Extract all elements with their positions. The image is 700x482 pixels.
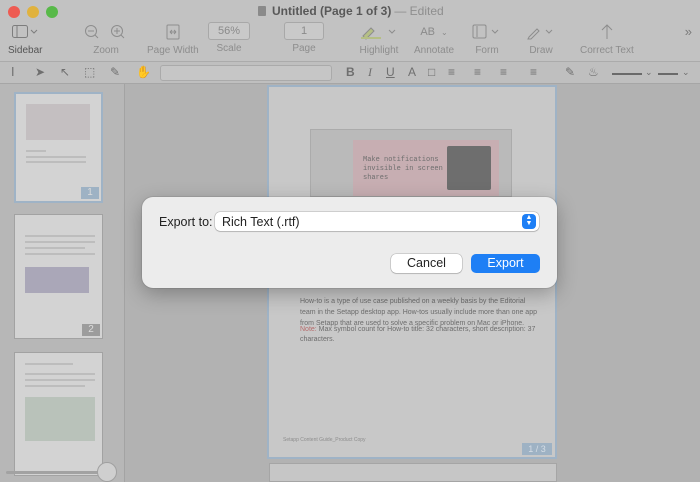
screenshot-panel: Make notifications invisible in screen s… [353,140,499,196]
line-style-chevron-icon[interactable]: ⌄ [645,67,653,78]
line-style-icon[interactable] [612,73,642,75]
line-end-icon[interactable] [658,73,678,75]
screenshot-menu [447,146,491,190]
italic-icon[interactable]: I [368,65,372,80]
thumbnail-page-number: 1 [81,187,99,199]
chevron-updown-icon[interactable]: ▲ ▼ [522,214,536,229]
form-button[interactable]: Form [472,22,502,56]
pen-icon [526,22,556,42]
thumbnail-sidebar: 1 2 [0,84,125,482]
minimize-window-button[interactable] [27,6,39,18]
thumbnail-image [25,397,95,441]
align-left-icon[interactable]: ≡ [448,65,455,79]
align-right-icon[interactable]: ≡ [500,65,507,79]
zoom-control[interactable]: Zoom [84,22,128,56]
close-window-button[interactable] [8,6,20,18]
align-center-icon[interactable]: ≡ [474,65,481,79]
hand-icon[interactable]: ✋ [136,65,151,79]
page-thumbnail-3[interactable] [14,352,103,476]
line-end-chevron-icon[interactable]: ⌄ [682,67,690,78]
window-title: Untitled (Page 1 of 3) — Edited [258,4,444,18]
thumbnail-size-slider[interactable] [6,471,106,474]
justify-icon[interactable]: ≡ [530,65,537,79]
text-cursor-icon[interactable]: Ⅰ [11,65,15,79]
page-number-badge: 1 / 3 [522,443,552,455]
underline-icon[interactable]: U [386,65,395,79]
scale-control[interactable]: 56% Scale [208,22,250,54]
stroke-color-icon[interactable]: ✎ [565,65,575,79]
correct-text-button[interactable]: Correct Text [580,22,634,56]
eraser-icon[interactable]: ✎ [110,65,120,79]
document-page-2[interactable] [269,463,557,482]
sidebar-icon [12,22,38,42]
select-arrow-icon[interactable]: ↖ [60,65,70,79]
zoom-window-button[interactable] [46,6,58,18]
fill-bucket-icon[interactable]: ♨ [588,65,599,79]
page-width-icon [166,22,180,42]
embedded-screenshot: Make notifications invisible in screen s… [310,129,512,197]
form-icon [472,22,502,42]
thumbnail-size-slider-knob[interactable] [97,462,117,482]
font-field[interactable] [160,65,332,81]
thumbnail-image [26,104,90,140]
arrow-pointer-icon[interactable]: ➤ [35,65,45,79]
format-popup[interactable]: Rich Text (.rtf) ▲ ▼ [215,212,539,231]
page-thumbnail-1[interactable]: 1 [14,92,103,203]
scale-field[interactable]: 56% [208,22,250,40]
export-dialog: Export to: Rich Text (.rtf) ▲ ▼ Cancel Ex… [142,197,557,288]
window-toolbar: Untitled (Page 1 of 3) — Edited Sidebar Z… [0,0,700,62]
correct-text-icon [599,22,615,42]
bold-icon[interactable]: B [346,65,355,79]
page-control[interactable]: 1 Page [284,22,324,54]
markup-toolbar: Ⅰ ➤ ↖ ⬚ ✎ ✋ B I U A □ ≡ ≡ ≡ ≡ ✎ ♨ ⌄ ⌄ [0,62,700,84]
page-number-field[interactable]: 1 [284,22,324,40]
document-icon [258,6,266,16]
sidebar-toggle-button[interactable]: Sidebar [8,22,42,56]
rect-select-icon[interactable]: ⬚ [84,65,95,79]
strike-icon[interactable]: A [408,65,416,79]
toolbar-overflow-icon[interactable]: » [685,24,692,39]
page-thumbnail-2[interactable]: 2 [14,214,103,339]
screenshot-caption: Make notifications invisible in screen s… [363,156,443,182]
format-value: Rich Text (.rtf) [222,215,300,229]
export-to-label: Export to: [159,215,213,229]
highlighter-icon [359,22,399,42]
cancel-button[interactable]: Cancel [391,254,462,273]
page-note: Note: Max symbol count for How-to title:… [300,326,536,343]
annotate-button[interactable]: AB ⌄ Annotate [414,22,454,56]
annotate-icon: AB ⌄ [420,26,448,38]
export-button[interactable]: Export [471,254,540,273]
draw-button[interactable]: Draw [526,22,556,56]
page-footer: Setapp Content Guide_Product Copy [283,437,366,443]
zoom-icons [84,22,128,42]
thumbnail-image [25,267,89,293]
thumbnail-page-number: 2 [82,324,100,336]
highlight-button[interactable]: Highlight [359,22,399,56]
page-width-button[interactable]: Page Width [147,22,199,56]
text-color-icon[interactable]: □ [428,65,435,79]
